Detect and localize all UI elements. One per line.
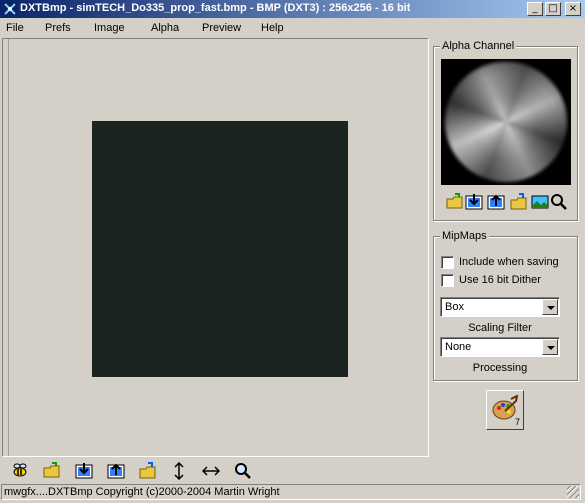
save-folder-icon[interactable] xyxy=(139,462,157,480)
use-16bit-dither-checkbox[interactable] xyxy=(441,274,454,287)
menu-help[interactable]: Help xyxy=(261,22,284,34)
processing-value: None xyxy=(445,341,472,353)
minimize-button[interactable]: _ xyxy=(527,2,543,16)
menu-image[interactable]: Image xyxy=(94,22,125,34)
window-title: DXTBmp - simTECH_Do335_prop_fast.bmp - B… xyxy=(20,2,411,14)
zoom-icon[interactable] xyxy=(234,462,252,480)
image-preview xyxy=(92,121,348,377)
bee-icon[interactable] xyxy=(11,462,29,480)
palette-badge: 7 xyxy=(514,417,520,427)
include-when-saving-checkbox[interactable] xyxy=(441,256,454,269)
alpha-open-folder-icon[interactable] xyxy=(446,193,464,211)
scaling-filter-caption: Scaling Filter xyxy=(468,322,532,334)
processing-select[interactable]: None xyxy=(440,337,560,357)
palette-button[interactable]: 7 xyxy=(486,390,524,430)
alpha-preview xyxy=(441,59,571,185)
title-bar: DXTBmp - simTECH_Do335_prop_fast.bmp - B… xyxy=(0,0,585,18)
maximize-button[interactable]: □ xyxy=(545,2,561,16)
mipmaps-title: MipMaps xyxy=(440,230,489,242)
alpha-export-icon[interactable] xyxy=(487,193,505,211)
processing-caption: Processing xyxy=(472,362,528,374)
alpha-zoom-icon[interactable] xyxy=(550,193,568,211)
image-canvas[interactable] xyxy=(2,38,429,457)
scaling-filter-select[interactable]: Box xyxy=(440,297,560,317)
use-16bit-dither-label: Use 16 bit Dither xyxy=(459,274,541,286)
resize-grip[interactable] xyxy=(567,486,579,498)
alpha-import-icon[interactable] xyxy=(465,193,483,211)
alpha-save-folder-icon[interactable] xyxy=(510,193,528,211)
scaling-filter-value: Box xyxy=(445,301,464,313)
import-icon[interactable] xyxy=(75,462,93,480)
bottom-toolbar xyxy=(0,458,585,484)
open-folder-icon[interactable] xyxy=(43,462,61,480)
menu-prefs[interactable]: Prefs xyxy=(45,22,71,34)
app-icon[interactable] xyxy=(2,1,18,17)
menu-bar: File Prefs Image Alpha Preview Help xyxy=(0,19,585,37)
chevron-down-icon[interactable] xyxy=(542,339,558,355)
alpha-image-icon[interactable] xyxy=(531,193,549,211)
menu-preview[interactable]: Preview xyxy=(202,22,241,34)
export-icon[interactable] xyxy=(107,462,125,480)
alpha-channel-title: Alpha Channel xyxy=(440,40,517,52)
alpha-glow xyxy=(445,62,567,182)
chevron-down-icon[interactable] xyxy=(542,299,558,315)
include-when-saving-label: Include when saving xyxy=(459,256,559,268)
resize-horizontal-icon[interactable] xyxy=(202,462,220,480)
canvas-splitter[interactable] xyxy=(3,39,9,456)
menu-file[interactable]: File xyxy=(6,22,24,34)
resize-vertical-icon[interactable] xyxy=(170,462,188,480)
status-bar: mwgfx....DXTBmp Copyright (c)2000-2004 M… xyxy=(1,484,581,500)
close-button[interactable]: × xyxy=(565,2,581,16)
status-text: mwgfx....DXTBmp Copyright (c)2000-2004 M… xyxy=(4,486,280,498)
menu-alpha[interactable]: Alpha xyxy=(151,22,179,34)
